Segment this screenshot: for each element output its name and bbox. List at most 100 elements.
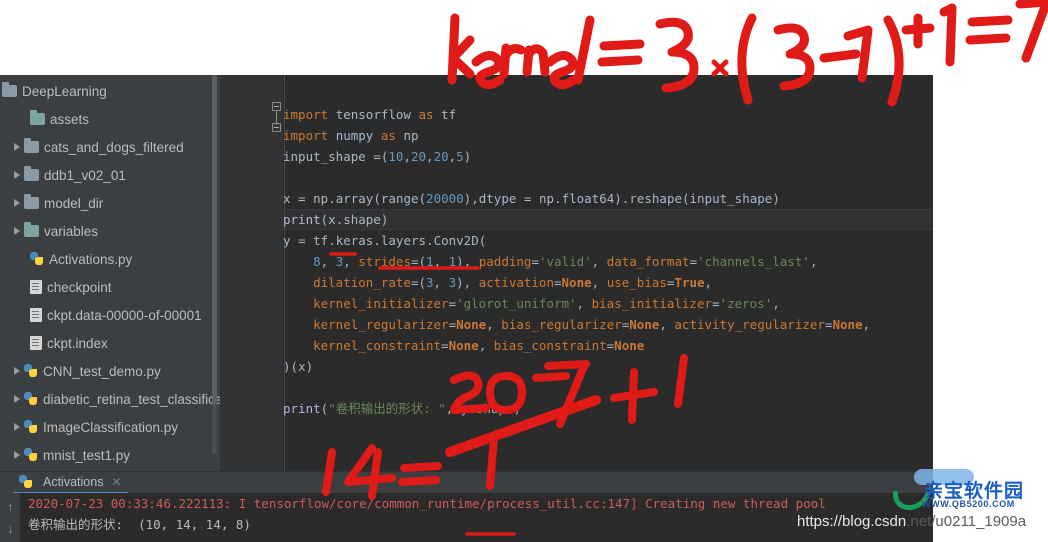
line-number	[224, 83, 264, 104]
code-line: )(x)	[283, 359, 314, 374]
fold-marker-import-block-2[interactable]	[272, 123, 281, 132]
tree-item-label: cats_and_dogs_filtered	[44, 139, 184, 155]
tree-item-activations-py[interactable]: Activations.py	[0, 245, 220, 273]
blog-url-visible: https://blog.csdn	[797, 513, 907, 530]
chevron-right-icon[interactable]	[12, 394, 23, 405]
code-line: dilation_rate=(3, 3), activation=None, u…	[313, 275, 713, 290]
tree-item-ckpt-index[interactable]: ckpt.index	[0, 329, 220, 357]
line-number	[224, 272, 264, 293]
code-line: print(x.shape)	[283, 212, 389, 227]
project-tree: DeepLearning assets cats_and_dogs_filtered…	[0, 77, 220, 469]
tree-item-label: diabetic_retina_test_classification	[43, 391, 220, 407]
console-line-tensorflow-log: 2020-07-23 00:33:46.222113: I tensorflow…	[28, 496, 826, 511]
chevron-right-icon[interactable]	[12, 142, 23, 153]
tree-item-deeplearning[interactable]: DeepLearning	[0, 77, 220, 105]
tree-item-label: checkpoint	[47, 279, 112, 295]
run-tab-label: Activations	[43, 475, 104, 489]
code-line: 8, 3, strides=(1, 1), padding='valid', d…	[313, 254, 818, 269]
tree-item-label: ImageClassification.py	[43, 419, 179, 435]
tree-item-label: assets	[50, 111, 90, 127]
code-editor[interactable]: import tensorflow as tf import numpy as n…	[223, 75, 933, 471]
project-tree-sidebar[interactable]: DeepLearning assets cats_and_dogs_filtered…	[0, 75, 220, 471]
tree-item-label: ckpt.data-00000-of-00001	[47, 307, 202, 323]
python-file-icon	[24, 392, 38, 406]
line-number	[224, 251, 264, 272]
blog-url-watermark: https://blog.csdn.net/u0211_1909a	[797, 513, 1026, 530]
tree-item-assets[interactable]: assets	[0, 105, 220, 133]
folder-icon	[24, 166, 39, 181]
folder-icon	[24, 194, 39, 209]
chevron-right-icon[interactable]	[12, 450, 23, 461]
line-number	[224, 377, 264, 398]
line-number	[224, 293, 264, 314]
tree-item-checkpoint[interactable]: checkpoint	[0, 273, 220, 301]
tree-item-diabetic-retina-test-classification[interactable]: diabetic_retina_test_classification	[0, 385, 220, 413]
watermark-site: WWW.QB5200.COM	[922, 499, 1015, 509]
close-icon[interactable]: ✕	[111, 475, 121, 489]
code-folding-column[interactable]	[270, 75, 283, 471]
chevron-right-icon[interactable]	[12, 226, 23, 237]
text-file-icon	[30, 336, 42, 350]
tree-item-label: variables	[44, 223, 99, 239]
code-line: kernel_initializer='glorot_uniform', bia…	[313, 296, 780, 311]
tree-item-cnn-test-demo-py[interactable]: CNN_test_demo.py	[0, 357, 220, 385]
chevron-right-icon[interactable]	[12, 170, 23, 181]
code-line: y = tf.keras.layers.Conv2D(	[283, 233, 487, 248]
tree-item-label: mnist_test1.py	[43, 447, 131, 463]
sidebar-scrollbar-track[interactable]	[212, 75, 217, 455]
screenshot-root: DeepLearning assets cats_and_dogs_filtered…	[0, 0, 1048, 542]
python-file-icon	[24, 448, 38, 462]
python-file-icon	[24, 420, 38, 434]
tree-item-label: model_dir	[44, 195, 104, 211]
run-window-gutter: ↑ ↓	[0, 493, 20, 542]
tree-item-label: CNN_test_demo.py	[43, 363, 161, 379]
code-line: import tensorflow as tf	[283, 107, 457, 122]
line-number	[224, 230, 264, 251]
line-number	[224, 104, 264, 125]
fold-marker-import-block[interactable]	[272, 102, 281, 111]
chevron-right-icon[interactable]	[12, 198, 23, 209]
chevron-right-icon[interactable]	[12, 366, 23, 377]
tree-item-label: DeepLearning	[22, 83, 107, 99]
tree-item-model-dir[interactable]: model_dir	[0, 189, 220, 217]
blog-url-obscured: .net/u0211_1909a	[906, 513, 1027, 530]
tree-item-imageclassification-py[interactable]: ImageClassification.py	[0, 413, 220, 441]
run-tool-window: Activations ✕ ↑ ↓ 2020-07-23 00:33:46.22…	[0, 471, 933, 542]
line-number	[224, 356, 264, 377]
code-text-area[interactable]: import tensorflow as tf import numpy as n…	[283, 75, 933, 471]
line-number	[224, 146, 264, 167]
ide-window: DeepLearning assets cats_and_dogs_filtered…	[0, 75, 933, 542]
line-number	[224, 335, 264, 356]
line-number	[224, 125, 264, 146]
code-line: kernel_constraint=None, bias_constraint=…	[313, 338, 645, 353]
console-line-output-shape: 卷积输出的形状: (10, 14, 14, 8)	[28, 517, 251, 532]
line-number	[224, 314, 264, 335]
python-file-icon	[19, 475, 33, 489]
tree-item-ddb1-v02-01[interactable]: ddb1_v02_01	[0, 161, 220, 189]
code-line: print("卷积输出的形状: ", y.shape)	[283, 401, 522, 416]
python-file-icon	[24, 364, 38, 378]
folder-icon	[24, 222, 39, 237]
tree-item-label: Activations.py	[49, 251, 133, 267]
text-file-icon	[30, 308, 42, 322]
tree-item-mnist-test1-py[interactable]: mnist_test1.py	[0, 441, 220, 469]
editor-gutter	[223, 75, 270, 471]
line-number	[224, 209, 264, 230]
code-line: x = np.array(range(20000),dtype = np.flo…	[283, 191, 780, 206]
chevron-right-icon[interactable]	[12, 422, 23, 433]
line-number	[224, 188, 264, 209]
tree-item-label: ckpt.index	[47, 335, 108, 351]
arrow-down-icon[interactable]: ↓	[5, 523, 16, 536]
tree-item-ckpt-data-00000-of-00001[interactable]: ckpt.data-00000-of-00001	[0, 301, 220, 329]
python-file-icon	[30, 252, 44, 266]
tree-item-cats-and-dogs-filtered[interactable]: cats_and_dogs_filtered	[0, 133, 220, 161]
text-file-icon	[30, 280, 42, 294]
arrow-up-icon[interactable]: ↑	[5, 501, 16, 514]
folder-icon	[2, 82, 17, 97]
tree-item-variables[interactable]: variables	[0, 217, 220, 245]
folder-icon	[30, 110, 45, 125]
run-tab-bar: Activations ✕	[0, 471, 933, 494]
sidebar-scrollbar-thumb[interactable]	[212, 75, 217, 405]
run-tab-activations[interactable]: Activations ✕	[13, 472, 128, 494]
line-number	[224, 398, 264, 419]
